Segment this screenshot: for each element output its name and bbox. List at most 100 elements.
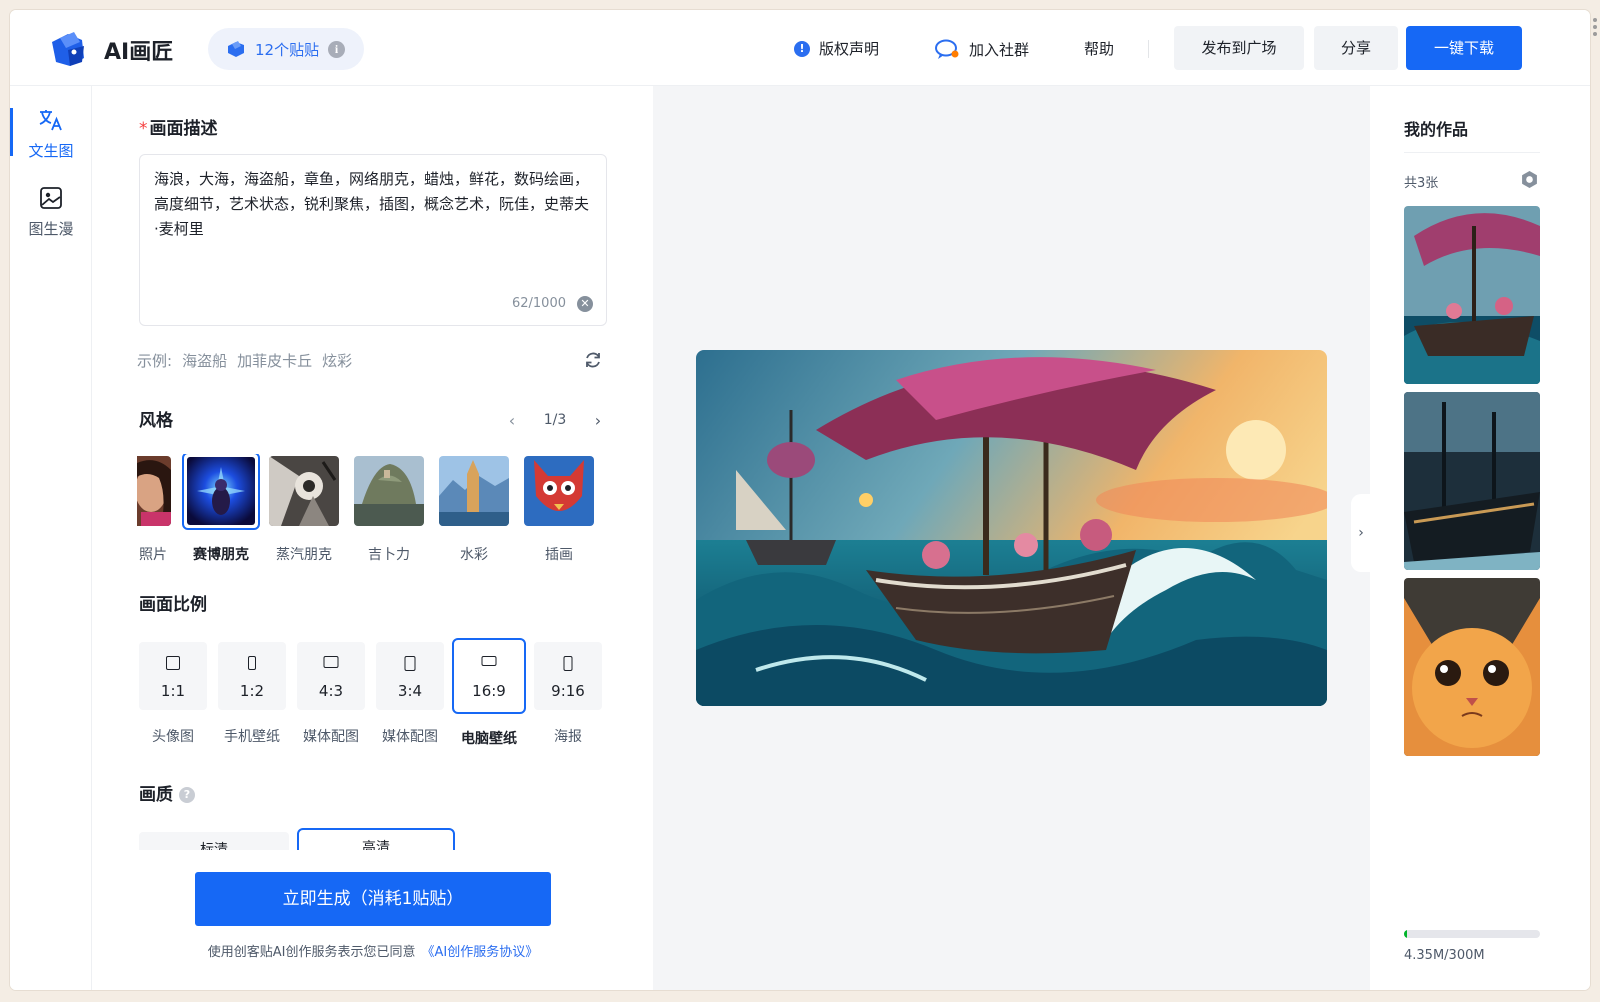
style-label: 吉卜力 [368, 547, 410, 563]
app-window: AI画匠 12个贴贴 i ! 版权声明 加入社群 帮助 发布到广场 分享 一键下… [10, 10, 1590, 990]
style-label: 蒸汽朋克 [276, 547, 332, 563]
style-option-watercolor[interactable]: 水彩 [437, 454, 511, 564]
ratio-card: 4:3 [297, 642, 365, 710]
expand-panel-button[interactable]: › [1351, 494, 1371, 572]
char-counter: 62/1000 [511, 296, 566, 311]
preview-area: › [653, 86, 1371, 990]
prompt-textarea[interactable]: 海浪，大海，海盗船，章鱼，网络朋克，蜡烛，鲜花，数码绘画，高度细节，艺术状态，锐… [139, 154, 607, 326]
sticker-icon [228, 41, 244, 57]
generate-button[interactable]: 立即生成（消耗1贴贴） [195, 872, 551, 926]
preview-image[interactable] [696, 350, 1327, 706]
examples-row: 示例: 海盗船 加菲皮卡丘 炫彩 [137, 350, 352, 371]
style-thumb [524, 456, 594, 526]
style-option-steampunk[interactable]: 蒸汽朋克 [267, 454, 341, 564]
image-icon [40, 187, 62, 209]
quality-option-standard[interactable]: 标清 [139, 832, 289, 850]
ratio-value: 1:2 [239, 682, 265, 700]
style-pager: ‹ 1/3 › [505, 410, 605, 430]
landscape-icon [481, 656, 497, 666]
style-option-cyberpunk[interactable]: 赛博朋克 [181, 454, 261, 564]
stickers-pill[interactable]: 12个贴贴 i [208, 28, 364, 70]
style-title: 风格 [139, 411, 173, 431]
style-thumb [137, 456, 171, 526]
stickers-count: 12个贴贴 [255, 40, 320, 59]
style-list: 照片 赛博朋克 蒸汽朋克 吉卜力 水彩 插画 [137, 454, 607, 564]
ratio-label: 海报 [554, 729, 582, 745]
style-option-illustration[interactable]: 插画 [522, 454, 596, 564]
help-link[interactable]: 帮助 [1084, 38, 1114, 59]
help-label: 帮助 [1084, 40, 1115, 58]
ratio-card: 16:9 [452, 638, 526, 714]
nav-item-image-to-comic[interactable]: 图生漫 [10, 186, 92, 239]
style-thumb [269, 456, 339, 526]
pirate-ship-image [696, 350, 1327, 706]
portrait-icon [563, 656, 573, 671]
style-label: 水彩 [460, 547, 488, 563]
top-header: AI画匠 12个贴贴 i ! 版权声明 加入社群 帮助 发布到广场 分享 一键下… [10, 10, 1590, 86]
ratio-label: 手机壁纸 [224, 729, 280, 745]
prompt-title-text: 画面描述 [149, 119, 218, 139]
ratio-option-3-4[interactable]: 3:4 媒体配图 [376, 642, 444, 746]
example-chip[interactable]: 炫彩 [322, 350, 352, 371]
required-mark: * [139, 119, 148, 139]
storage-progress [1404, 930, 1540, 938]
style-option-photo[interactable]: 照片 [137, 454, 173, 564]
more-icon[interactable] [1593, 18, 1597, 39]
works-title: 我的作品 [1404, 120, 1469, 139]
share-button[interactable]: 分享 [1314, 26, 1398, 70]
style-thumb [439, 456, 509, 526]
work-thumb[interactable] [1404, 392, 1540, 570]
landscape-icon [323, 656, 339, 668]
ratio-label: 媒体配图 [303, 729, 359, 745]
quality-options: 标清 高清 [139, 828, 609, 850]
alert-icon: ! [794, 40, 810, 57]
logo-icon [52, 32, 84, 66]
help-icon[interactable]: ? [179, 787, 195, 803]
agreement-link[interactable]: 《AI创作服务协议》 [422, 945, 539, 960]
ratio-option-9-16[interactable]: 9:16 海报 [534, 642, 602, 746]
community-link[interactable]: 加入社群 [934, 38, 1029, 60]
ratio-option-16-9[interactable]: 16:9 电脑壁纸 [452, 638, 526, 748]
prompt-text[interactable]: 海浪，大海，海盗船，章鱼，网络朋克，蜡烛，鲜花，数码绘画，高度细节，艺术状态，锐… [154, 167, 592, 242]
app-title: AI画匠 [104, 40, 174, 65]
ratio-list: 1:1 头像图 1:2 手机壁纸 4:3 媒体配图 3:4 媒体配图 16:9 … [139, 638, 609, 752]
works-count: 共3张 [1404, 176, 1439, 191]
example-chip[interactable]: 加菲皮卡丘 [237, 350, 312, 371]
ratio-card: 3:4 [376, 642, 444, 710]
style-option-ghibli[interactable]: 吉卜力 [352, 454, 426, 564]
style-thumb [354, 456, 424, 526]
clear-icon[interactable]: ✕ [577, 296, 593, 312]
ratio-value: 4:3 [318, 682, 344, 700]
chevron-right-icon[interactable]: › [591, 411, 605, 430]
nav-item-text-to-image[interactable]: 文生图 [10, 108, 92, 161]
examples-prefix: 示例: [137, 352, 173, 370]
pirate-ship-thumb [1404, 206, 1540, 384]
portrait-icon [404, 656, 416, 671]
dark-ship-thumb [1404, 392, 1540, 570]
storage-progress-fill [1404, 930, 1407, 938]
quality-option-hd[interactable]: 高清 [297, 828, 455, 850]
agreement-text: 使用创客贴AI创作服务表示您已同意 《AI创作服务协议》 [93, 941, 653, 960]
copyright-label: 版权声明 [819, 40, 880, 58]
ratio-value: 1:1 [160, 682, 186, 700]
ratio-option-1-1[interactable]: 1:1 头像图 [139, 642, 207, 746]
generation-form: * 画面描述 海浪，大海，海盗船，章鱼，网络朋克，蜡烛，鲜花，数码绘画，高度细节，… [93, 86, 653, 990]
ratio-value: 9:16 [551, 682, 585, 700]
work-thumb[interactable] [1404, 578, 1540, 756]
prompt-title: * 画面描述 [139, 114, 218, 139]
ratio-option-4-3[interactable]: 4:3 媒体配图 [297, 642, 365, 746]
copyright-link[interactable]: ! 版权声明 [794, 38, 879, 59]
refresh-icon[interactable] [583, 350, 603, 370]
info-icon[interactable]: i [328, 40, 346, 58]
chevron-left-icon[interactable]: ‹ [505, 411, 519, 430]
work-thumb[interactable] [1404, 206, 1540, 384]
ratio-card: 1:1 [139, 642, 207, 710]
agreement-prefix: 使用创客贴AI创作服务表示您已同意 [207, 945, 416, 960]
download-button[interactable]: 一键下载 [1406, 26, 1522, 70]
ratio-option-1-2[interactable]: 1:2 手机壁纸 [218, 642, 286, 746]
example-chip[interactable]: 海盗船 [182, 350, 227, 371]
publish-button[interactable]: 发布到广场 [1174, 26, 1304, 70]
nav-label: 图生漫 [28, 220, 74, 238]
settings-icon[interactable] [1520, 170, 1539, 189]
ratio-label: 媒体配图 [382, 729, 438, 745]
